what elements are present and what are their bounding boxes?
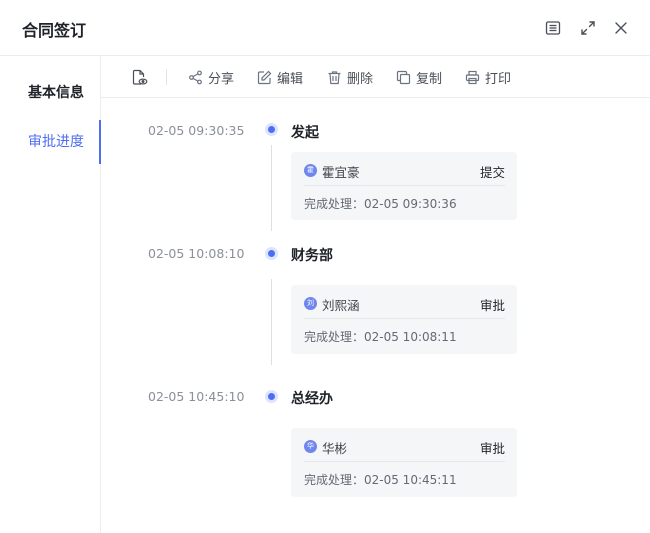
dialog-title: 合同签订 xyxy=(22,21,87,40)
step-title: 总经办 xyxy=(291,391,333,407)
copy-icon xyxy=(396,70,411,84)
share-button[interactable]: 分享 xyxy=(188,67,234,87)
print-button[interactable]: 打印 xyxy=(465,67,511,87)
printer-icon xyxy=(465,70,480,84)
expand-icon[interactable] xyxy=(578,18,598,38)
share-icon xyxy=(189,70,202,84)
step-action: 审批 xyxy=(479,441,505,456)
delete-button[interactable]: 删除 xyxy=(327,67,373,87)
edit-label: 编辑 xyxy=(277,71,304,87)
user-name: 刘熙涵 xyxy=(322,298,360,313)
step-detail: 完成处理：02-05 10:45:11 xyxy=(304,473,457,487)
step-action: 审批 xyxy=(479,298,505,313)
step-dot xyxy=(265,390,278,403)
sidebar-item-approval-progress[interactable]: 审批进度 xyxy=(0,120,100,164)
user-name: 霍宜豪 xyxy=(322,165,360,180)
step-card: 霍 霍宜豪 提交 完成处理：02-05 09:30:36 xyxy=(291,152,517,220)
step-time: 02-05 10:45:10 xyxy=(148,389,245,404)
step-time: 02-05 10:08:10 xyxy=(148,246,245,261)
sidebar: 基本信息 审批进度 xyxy=(0,56,101,533)
share-label: 分享 xyxy=(208,71,235,87)
step-card: 刘 刘熙涵 审批 完成处理：02-05 10:08:11 xyxy=(291,285,517,354)
step-dot xyxy=(265,123,278,136)
step-action: 提交 xyxy=(479,165,505,180)
sidebar-item-basic-info[interactable]: 基本信息 xyxy=(0,71,100,115)
step-detail: 完成处理：02-05 09:30:36 xyxy=(304,197,457,211)
approval-timeline: 02-05 09:30:35 发起 霍 霍宜豪 提交 完成处理：02-05 09… xyxy=(101,98,650,533)
timeline-connector xyxy=(271,279,272,365)
edit-button[interactable]: 编辑 xyxy=(257,67,303,87)
print-label: 打印 xyxy=(485,71,512,87)
edit-icon xyxy=(257,70,272,84)
copy-label: 复制 xyxy=(416,71,443,87)
close-icon[interactable] xyxy=(611,18,631,38)
step-detail: 完成处理：02-05 10:08:11 xyxy=(304,330,457,344)
panel-icon[interactable] xyxy=(543,18,563,38)
timeline-connector xyxy=(271,145,272,231)
step-dot xyxy=(265,247,278,260)
step-title: 发起 xyxy=(291,125,319,141)
step-title: 财务部 xyxy=(291,248,333,264)
file-view-icon xyxy=(132,69,148,85)
avatar: 霍 xyxy=(304,164,317,177)
trash-icon xyxy=(328,70,341,84)
avatar: 刘 xyxy=(304,297,317,310)
delete-label: 删除 xyxy=(347,71,374,87)
copy-button[interactable]: 复制 xyxy=(396,67,442,87)
avatar: 华 xyxy=(304,440,317,453)
view-button[interactable] xyxy=(131,67,153,87)
dialog-header: 合同签订 xyxy=(0,0,650,56)
user-name: 华彬 xyxy=(322,441,348,456)
step-card: 华 华彬 审批 完成处理：02-05 10:45:11 xyxy=(291,428,517,497)
step-time: 02-05 09:30:35 xyxy=(148,123,245,138)
toolbar: 分享 编辑 删除 复制 打印 xyxy=(101,56,650,98)
toolbar-divider xyxy=(166,69,167,85)
